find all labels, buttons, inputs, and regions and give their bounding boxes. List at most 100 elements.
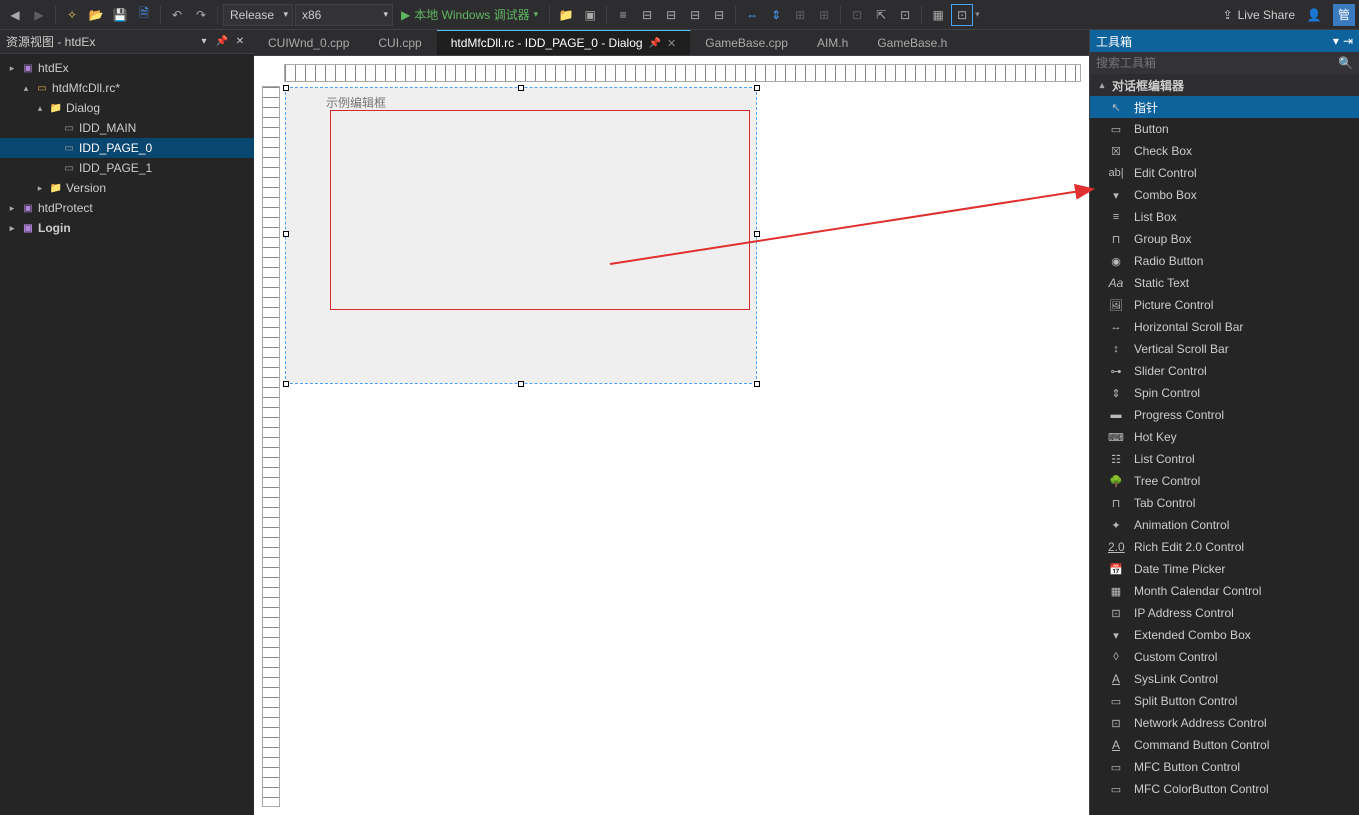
tool-pointer[interactable]: ↖指针 bbox=[1090, 96, 1359, 118]
tool-tabctrl[interactable]: ⊓Tab Control bbox=[1090, 492, 1359, 514]
tool-progress[interactable]: ▬Progress Control bbox=[1090, 404, 1359, 426]
tool-cmdbtn[interactable]: ACommand Button Control bbox=[1090, 734, 1359, 756]
resize-handle[interactable] bbox=[283, 85, 289, 91]
align-btn-1[interactable]: ⊟ bbox=[636, 4, 658, 26]
toolbar-btn-2[interactable]: ▣ bbox=[579, 4, 601, 26]
tree-version-folder[interactable]: ▸📁Version bbox=[0, 178, 254, 198]
spacing-v-icon[interactable]: ⇕ bbox=[765, 4, 787, 26]
nav-back-icon[interactable]: ◀ bbox=[4, 4, 26, 26]
tool-datetime[interactable]: 📅Date Time Picker bbox=[1090, 558, 1359, 580]
align-btn-3[interactable]: ⊟ bbox=[684, 4, 706, 26]
spacing-h-icon[interactable]: ⇔ bbox=[741, 4, 763, 26]
tool-listctrl[interactable]: ☷List Control bbox=[1090, 448, 1359, 470]
tree-dialog-folder[interactable]: ▴📁Dialog bbox=[0, 98, 254, 118]
tool-combo[interactable]: ▾Combo Box bbox=[1090, 184, 1359, 206]
start-debug-button[interactable]: 本地 Windows 调试器 ▾ bbox=[395, 4, 544, 26]
resize-handle[interactable] bbox=[754, 231, 760, 237]
tree-idd-main[interactable]: ▭IDD_MAIN bbox=[0, 118, 254, 138]
toolbox-search-input[interactable] bbox=[1096, 56, 1338, 70]
new-item-icon[interactable]: ✧ bbox=[61, 4, 83, 26]
tree-rc-file[interactable]: ▴▭htdMfcDll.rc* bbox=[0, 78, 254, 98]
resize-handle[interactable] bbox=[518, 381, 524, 387]
panel-pin-icon[interactable]: ⇥ bbox=[1343, 34, 1353, 48]
tab-gamebase-h[interactable]: GameBase.h bbox=[863, 30, 962, 55]
tool-groupbox[interactable]: ⊓Group Box bbox=[1090, 228, 1359, 250]
tab-aim-h[interactable]: AIM.h bbox=[803, 30, 863, 55]
dialog-designer-canvas[interactable]: 示例编辑框 bbox=[254, 56, 1089, 815]
toolbar-btn-1[interactable]: 📁 bbox=[555, 4, 577, 26]
toolbox-category[interactable]: ▴对话框编辑器 bbox=[1090, 74, 1359, 96]
resize-handle[interactable] bbox=[283, 381, 289, 387]
tree-root-htdex[interactable]: ▸▣htdEx bbox=[0, 58, 254, 78]
align-btn-4[interactable]: ⊟ bbox=[708, 4, 730, 26]
tool-checkbox[interactable]: ☒Check Box bbox=[1090, 140, 1359, 162]
manage-icon[interactable]: 管 bbox=[1333, 4, 1355, 26]
tool-static[interactable]: AaStatic Text bbox=[1090, 272, 1359, 294]
layout-btn-5[interactable]: ⊡ bbox=[894, 4, 916, 26]
toolbox-search[interactable]: 🔍 bbox=[1090, 52, 1359, 74]
tool-hscroll[interactable]: ↔Horizontal Scroll Bar bbox=[1090, 316, 1359, 338]
tool-richedit[interactable]: 2.0Rich Edit 2.0 Control bbox=[1090, 536, 1359, 558]
live-share-button[interactable]: ⇪ Live Share bbox=[1223, 8, 1295, 22]
panel-dropdown-icon[interactable]: ▾ bbox=[196, 34, 212, 50]
guides-icon[interactable]: ⊡ bbox=[951, 4, 973, 26]
tab-icon: ⊓ bbox=[1108, 497, 1124, 510]
config-dropdown[interactable]: Release bbox=[223, 4, 293, 26]
tool-treectrl[interactable]: 🌳Tree Control bbox=[1090, 470, 1359, 492]
layout-btn-3[interactable]: ⊡ bbox=[846, 4, 868, 26]
edit-control[interactable] bbox=[330, 110, 750, 310]
align-left-icon[interactable]: ≡ bbox=[612, 4, 634, 26]
tool-extcombo[interactable]: ▾Extended Combo Box bbox=[1090, 624, 1359, 646]
tab-gamebase-cpp[interactable]: GameBase.cpp bbox=[691, 30, 803, 55]
panel-close-icon[interactable]: ✕ bbox=[232, 34, 248, 50]
panel-pin-icon[interactable]: 📌 bbox=[214, 34, 230, 50]
resize-handle[interactable] bbox=[754, 85, 760, 91]
tool-syslink[interactable]: ASysLink Control bbox=[1090, 668, 1359, 690]
extcombo-icon: ▾ bbox=[1108, 629, 1124, 642]
resize-handle[interactable] bbox=[518, 85, 524, 91]
tool-ipaddr[interactable]: ⊡IP Address Control bbox=[1090, 602, 1359, 624]
tool-vscroll[interactable]: ↕Vertical Scroll Bar bbox=[1090, 338, 1359, 360]
tree-idd-page-1[interactable]: ▭IDD_PAGE_1 bbox=[0, 158, 254, 178]
tree-idd-page-0[interactable]: ▭IDD_PAGE_0 bbox=[0, 138, 254, 158]
open-icon[interactable]: 📂 bbox=[85, 4, 107, 26]
panel-dropdown-icon[interactable]: ▾ bbox=[1333, 34, 1339, 48]
tool-spin[interactable]: ⇕Spin Control bbox=[1090, 382, 1359, 404]
tool-hotkey[interactable]: ⌨Hot Key bbox=[1090, 426, 1359, 448]
tool-animation[interactable]: ✦Animation Control bbox=[1090, 514, 1359, 536]
layout-btn-4[interactable]: ⇱ bbox=[870, 4, 892, 26]
tool-edit[interactable]: ab|Edit Control bbox=[1090, 162, 1359, 184]
tab-cui[interactable]: CUI.cpp bbox=[364, 30, 436, 55]
tool-monthcal[interactable]: ▦Month Calendar Control bbox=[1090, 580, 1359, 602]
platform-dropdown[interactable]: x86 bbox=[295, 4, 393, 26]
tool-mfccolor[interactable]: ▭MFC ColorButton Control bbox=[1090, 778, 1359, 800]
save-icon[interactable]: 💾 bbox=[109, 4, 131, 26]
resize-handle[interactable] bbox=[283, 231, 289, 237]
undo-icon[interactable]: ↶ bbox=[166, 4, 188, 26]
user-icon[interactable]: 👤 bbox=[1303, 4, 1325, 26]
tab-cuiwnd0[interactable]: CUIWnd_0.cpp bbox=[254, 30, 364, 55]
save-all-icon[interactable]: 🗎 bbox=[133, 4, 155, 26]
tool-mfcbtn[interactable]: ▭MFC Button Control bbox=[1090, 756, 1359, 778]
tool-custom[interactable]: ◊Custom Control bbox=[1090, 646, 1359, 668]
tool-splitbtn[interactable]: ▭Split Button Control bbox=[1090, 690, 1359, 712]
pin-icon[interactable]: 📌 bbox=[649, 38, 661, 49]
layout-btn-1[interactable]: ⊞ bbox=[789, 4, 811, 26]
layout-btn-2[interactable]: ⊞ bbox=[813, 4, 835, 26]
dialog-surface[interactable]: 示例编辑框 bbox=[286, 88, 756, 383]
grid-icon[interactable]: ▦ bbox=[927, 4, 949, 26]
tree-htdprotect[interactable]: ▸▣htdProtect bbox=[0, 198, 254, 218]
tool-picture[interactable]: 🖼Picture Control bbox=[1090, 294, 1359, 316]
tool-radio[interactable]: ◉Radio Button bbox=[1090, 250, 1359, 272]
align-btn-2[interactable]: ⊟ bbox=[660, 4, 682, 26]
tool-netaddr[interactable]: ⊡Network Address Control bbox=[1090, 712, 1359, 734]
redo-icon[interactable]: ↷ bbox=[190, 4, 212, 26]
tree-login[interactable]: ▸▣Login bbox=[0, 218, 254, 238]
resize-handle[interactable] bbox=[754, 381, 760, 387]
nav-fwd-icon[interactable]: ▶ bbox=[28, 4, 50, 26]
tool-slider[interactable]: ⊶Slider Control bbox=[1090, 360, 1359, 382]
tool-button[interactable]: ▭Button bbox=[1090, 118, 1359, 140]
tool-listbox[interactable]: ≡List Box bbox=[1090, 206, 1359, 228]
close-icon[interactable]: ✕ bbox=[667, 37, 676, 50]
tab-dialog-designer[interactable]: htdMfcDll.rc - IDD_PAGE_0 - Dialog📌✕ bbox=[437, 30, 692, 55]
